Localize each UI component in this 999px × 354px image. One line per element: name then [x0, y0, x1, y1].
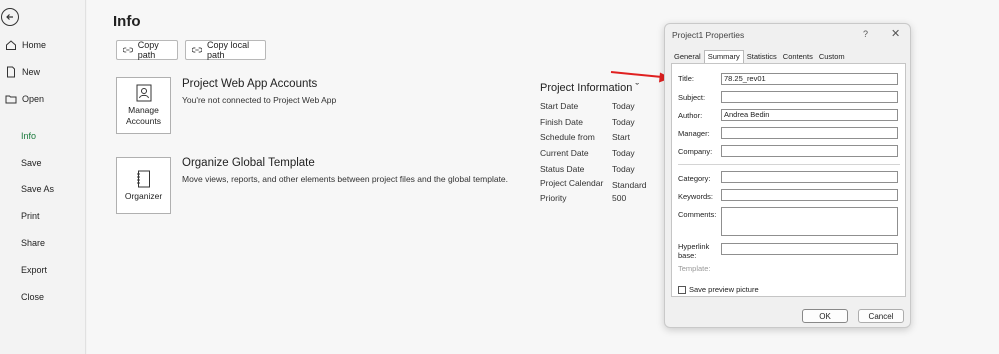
- close-icon[interactable]: ✕: [891, 27, 900, 40]
- properties-dialog: Project1 Properties ? ✕ General Summary …: [664, 23, 911, 328]
- pi-label-status-date: Status Date: [540, 164, 585, 174]
- pi-label-schedule-from: Schedule from: [540, 132, 595, 142]
- new-file-icon: [5, 66, 17, 78]
- nav-info-label: Info: [21, 131, 37, 141]
- pi-value-start-date: Today: [612, 101, 635, 111]
- tab-general[interactable]: General: [671, 51, 704, 63]
- organizer-icon: [136, 170, 150, 187]
- help-button[interactable]: ?: [863, 29, 868, 39]
- pi-value-status-date: Today: [612, 164, 635, 174]
- nav-print-label: Print: [21, 211, 40, 221]
- manage-accounts-label-1: Manage: [128, 105, 159, 115]
- pi-value-current-date: Today: [612, 148, 635, 158]
- ogt-section-desc: Move views, reports, and other elements …: [182, 174, 509, 184]
- nav-home-label: Home: [22, 40, 47, 50]
- pi-value-project-calendar: Standard: [612, 180, 647, 190]
- category-field[interactable]: [721, 171, 898, 183]
- keywords-field[interactable]: [721, 189, 898, 201]
- nav-open[interactable]: Open: [0, 89, 86, 109]
- pi-label-project-calendar: Project Calendar: [540, 178, 604, 188]
- copy-local-path-button[interactable]: Copy local path: [185, 40, 266, 60]
- pi-label-finish-date: Finish Date: [540, 117, 583, 127]
- back-arrow-icon[interactable]: [1, 8, 19, 26]
- ok-button[interactable]: OK: [802, 309, 848, 323]
- hyperlink-label-1: Hyperlink: [678, 242, 710, 251]
- manager-label: Manager:: [678, 129, 710, 138]
- manager-field[interactable]: [721, 127, 898, 139]
- save-preview-checkbox[interactable]: Save preview picture: [678, 285, 759, 294]
- manage-accounts-label-2: Accounts: [126, 116, 161, 126]
- hyperlink-base-field[interactable]: [721, 243, 898, 255]
- nav-new-label: New: [22, 67, 41, 77]
- nav-close-label: Close: [21, 292, 45, 302]
- pwa-section-desc: You're not connected to Project Web App: [182, 95, 337, 105]
- manage-accounts-button[interactable]: Manage Accounts: [116, 77, 171, 134]
- pwa-section-title: Project Web App Accounts: [182, 78, 318, 90]
- pi-value-priority: 500: [612, 193, 627, 203]
- author-label: Author:: [678, 111, 703, 120]
- subject-field[interactable]: [721, 91, 898, 103]
- nav-open-label: Open: [22, 94, 45, 104]
- pi-value-schedule-from: Start: [612, 132, 630, 142]
- nav-save-label: Save: [21, 158, 42, 168]
- organizer-button[interactable]: Organizer: [116, 157, 171, 214]
- nav-close[interactable]: Close: [0, 287, 86, 307]
- nav-info[interactable]: Info: [0, 126, 86, 146]
- summary-panel: Title: 78.25_rev01 Subject: Author: Andr…: [671, 63, 906, 297]
- nav-export[interactable]: Export: [0, 260, 86, 280]
- nav-new[interactable]: New: [0, 62, 86, 82]
- organizer-label: Organizer: [124, 190, 163, 201]
- link-icon: [123, 47, 133, 53]
- nav-save-as[interactable]: Save As: [0, 179, 86, 199]
- nav-save-as-label: Save As: [21, 184, 55, 194]
- tab-statistics[interactable]: Statistics: [744, 51, 780, 63]
- nav-save[interactable]: Save: [0, 153, 86, 173]
- link-icon: [192, 47, 203, 53]
- tab-contents[interactable]: Contents: [780, 51, 816, 63]
- company-field[interactable]: [721, 145, 898, 157]
- category-label: Category:: [678, 174, 711, 183]
- cancel-button[interactable]: Cancel: [858, 309, 904, 323]
- nav-share[interactable]: Share: [0, 233, 86, 253]
- subject-label: Subject:: [678, 93, 706, 102]
- author-field[interactable]: Andrea Bedin: [721, 109, 898, 121]
- template-label: Template:: [678, 264, 711, 273]
- account-icon: [136, 84, 151, 102]
- separator: [678, 164, 900, 165]
- project-information-dropdown[interactable]: Project Information ˇ: [540, 82, 639, 94]
- pi-label-start-date: Start Date: [540, 101, 579, 111]
- checkbox-box[interactable]: [678, 285, 686, 294]
- nav-print[interactable]: Print: [0, 206, 86, 226]
- pi-value-finish-date: Today: [612, 117, 635, 127]
- hyperlink-label-2: base:: [678, 251, 697, 260]
- home-icon: [5, 39, 17, 51]
- ogt-section-title: Organize Global Template: [182, 157, 315, 169]
- copy-path-button[interactable]: Copy path: [116, 40, 178, 60]
- nav-export-label: Export: [21, 265, 48, 275]
- backstage-sidebar: Home New Open Info Save Save As Print Sh…: [0, 0, 86, 354]
- save-preview-label: Save preview picture: [689, 285, 759, 294]
- company-label: Company:: [678, 147, 713, 156]
- title-label: Title:: [678, 74, 694, 83]
- nav-share-label: Share: [21, 238, 46, 248]
- folder-icon: [5, 93, 17, 105]
- copy-path-label: Copy path: [137, 40, 159, 60]
- page-title: Info: [113, 13, 141, 30]
- dialog-title: Project1 Properties: [672, 30, 745, 40]
- title-field[interactable]: 78.25_rev01: [721, 73, 898, 85]
- tab-custom[interactable]: Custom: [816, 51, 848, 63]
- pi-label-priority: Priority: [540, 193, 567, 203]
- pi-label-current-date: Current Date: [540, 148, 589, 158]
- copy-local-path-label: Copy local path: [207, 40, 250, 60]
- nav-home[interactable]: Home: [0, 35, 86, 55]
- keywords-label: Keywords:: [678, 192, 714, 201]
- comments-field[interactable]: [721, 207, 898, 236]
- tab-summary[interactable]: Summary: [703, 50, 744, 63]
- comments-label: Comments:: [678, 210, 717, 219]
